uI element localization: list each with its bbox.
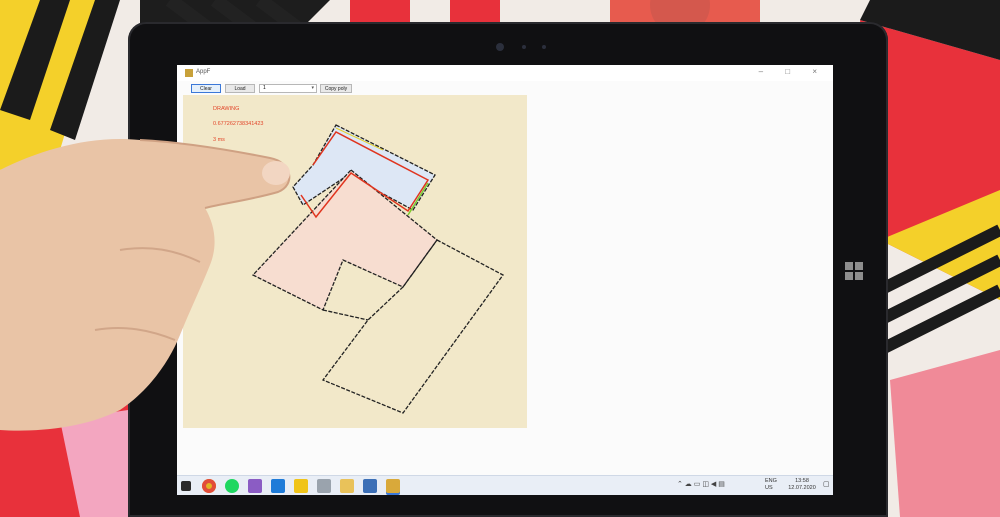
- camera-icon: [496, 43, 504, 51]
- title-bar: AppF – □ ×: [177, 65, 833, 81]
- polygon-select-value: 1: [263, 85, 266, 91]
- start-icon[interactable]: [181, 481, 191, 491]
- app-icon-9[interactable]: [386, 479, 400, 493]
- sensor-icon: [542, 45, 546, 49]
- status-ratio: 0.677262738341423: [213, 121, 263, 127]
- language-indicator[interactable]: ENG US: [765, 478, 777, 492]
- region-code: US: [765, 485, 773, 491]
- clock[interactable]: 13:58 12.07.2020: [787, 478, 817, 492]
- polygon-select[interactable]: 1 ▾: [259, 84, 317, 93]
- load-button[interactable]: Load: [225, 84, 255, 93]
- app-icon-8[interactable]: [363, 479, 377, 493]
- tray-icons[interactable]: ⌃ ☁ ▭ ◫ ◀ ▤: [677, 481, 725, 488]
- copy-poly-button[interactable]: Copy poly: [320, 84, 352, 93]
- chevron-down-icon: ▾: [311, 85, 314, 91]
- app-screen: AppF – □ × Clear Load 1 ▾ Copy poly DRAW…: [177, 65, 833, 495]
- status-time: 3 ms: [213, 137, 225, 143]
- chrome-icon[interactable]: [202, 479, 216, 493]
- windows-logo-icon[interactable]: [845, 262, 863, 280]
- app-icon: [185, 69, 193, 77]
- spotify-icon[interactable]: [225, 479, 239, 493]
- drawing-canvas[interactable]: DRAWING 0.677262738341423 3 ms: [183, 95, 527, 428]
- clock-time: 13:58: [795, 478, 809, 484]
- taskbar: ⌃ ☁ ▭ ◫ ◀ ▤ ENG US 13:58 12.07.2020 ▢: [177, 475, 833, 495]
- visual-studio-icon[interactable]: [248, 479, 262, 493]
- window-title: AppF: [196, 69, 211, 75]
- status-drawing: DRAWING: [213, 106, 239, 112]
- language-code: ENG: [765, 478, 777, 484]
- notification-icon[interactable]: ▢: [823, 481, 830, 488]
- vscode-icon[interactable]: [271, 479, 285, 493]
- app-icon-6[interactable]: [317, 479, 331, 493]
- sensor-icon: [522, 45, 526, 49]
- window-controls[interactable]: – □ ×: [759, 67, 827, 76]
- clear-button[interactable]: Clear: [191, 84, 221, 93]
- app-icon-5[interactable]: [294, 479, 308, 493]
- clock-date: 12.07.2020: [788, 485, 816, 491]
- toolbar: Clear Load 1 ▾ Copy poly: [177, 81, 833, 95]
- file-explorer-icon[interactable]: [340, 479, 354, 493]
